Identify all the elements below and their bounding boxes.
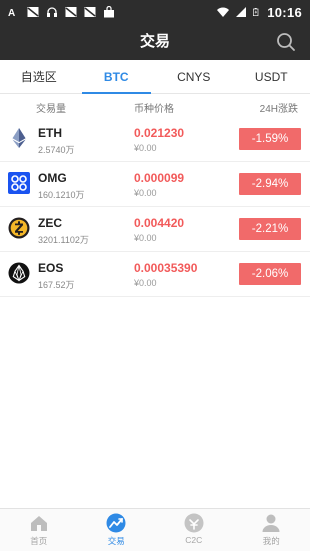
tab-favorites[interactable]: 自选区 <box>0 60 78 93</box>
zcash-icon <box>8 217 30 239</box>
coin-name: ETH <box>38 126 62 140</box>
nav-home[interactable]: 首页 <box>0 509 78 551</box>
nav-c2c[interactable]: C2C <box>155 509 233 551</box>
font-a-icon: A <box>8 8 15 18</box>
notification-icons: A <box>8 6 115 18</box>
eos-icon <box>8 262 30 284</box>
coin-cny-price: ¥0.00 <box>134 143 157 153</box>
coin-list: ETH 2.5740万 0.021230 ¥0.00 -1.59% OMG 16… <box>0 117 310 297</box>
coin-cny-price: ¥0.00 <box>134 233 157 243</box>
battery-icon <box>253 8 259 16</box>
coin-name: OMG <box>38 171 67 185</box>
change-badge: -2.06% <box>239 263 301 285</box>
nav-trade[interactable]: 交易 <box>78 509 156 551</box>
list-item[interactable]: EOS 167.52万 0.00035390 ¥0.00 -2.06% <box>0 252 310 297</box>
nav-trade-label: 交易 <box>107 536 125 546</box>
tab-btc[interactable]: BTC <box>78 60 156 94</box>
coin-volume: 160.1210万 <box>38 190 85 200</box>
coin-cny-price: ¥0.00 <box>134 188 157 198</box>
nav-home-label: 首页 <box>30 536 48 546</box>
coin-price: 0.021230 <box>134 126 185 140</box>
coin-price: 0.004420 <box>134 216 185 230</box>
status-bar: A 10:16 <box>0 0 310 24</box>
list-item[interactable]: ETH 2.5740万 0.021230 ¥0.00 -1.59% <box>0 117 310 162</box>
coin-price: 0.000099 <box>134 171 185 185</box>
tab-cnys[interactable]: CNYS <box>155 60 233 93</box>
top-nav-bar: 交易 <box>0 24 310 60</box>
coin-price: 0.00035390 <box>134 261 198 275</box>
column-price[interactable]: 币种价格 <box>134 100 174 115</box>
coin-volume: 3201.1102万 <box>38 235 89 245</box>
nav-profile[interactable]: 我的 <box>233 509 311 551</box>
trade-icon <box>106 513 126 533</box>
mail-icon <box>65 7 77 17</box>
bottom-nav: 首页 交易 C2C 我的 <box>0 508 310 551</box>
column-change[interactable]: 24H涨跌 <box>260 100 298 115</box>
c2c-icon <box>184 513 204 533</box>
page-title: 交易 <box>139 33 170 50</box>
system-icons: 10:16 <box>217 5 302 20</box>
list-item[interactable]: OMG 160.1210万 0.000099 ¥0.00 -2.94% <box>0 162 310 207</box>
clock-time: 10:16 <box>267 4 302 20</box>
list-column-header: 交易量 币种价格 24H涨跌 <box>0 95 310 117</box>
coin-name: EOS <box>38 261 64 275</box>
ethereum-icon <box>12 128 26 148</box>
search-icon[interactable] <box>276 32 296 52</box>
tab-usdt[interactable]: USDT <box>233 60 311 93</box>
signal-icon <box>236 7 247 17</box>
market-tabs: 自选区 BTC CNYS USDT <box>0 60 310 94</box>
shopping-bag-icon <box>104 6 114 18</box>
column-volume[interactable]: 交易量 <box>36 100 66 115</box>
profile-icon <box>262 514 280 532</box>
nav-c2c-label: C2C <box>185 535 203 545</box>
mail-icon <box>84 7 96 17</box>
coin-cny-price: ¥0.00 <box>134 278 157 288</box>
list-item[interactable]: ZEC 3201.1102万 0.004420 ¥0.00 -2.21% <box>0 207 310 252</box>
nav-profile-label: 我的 <box>262 536 280 546</box>
wifi-icon <box>217 7 230 17</box>
omisego-icon <box>8 172 30 194</box>
coin-volume: 167.52万 <box>38 280 75 290</box>
change-badge: -1.59% <box>239 128 301 150</box>
coin-volume: 2.5740万 <box>38 145 75 155</box>
mail-icon <box>27 7 39 17</box>
coin-name: ZEC <box>38 216 62 230</box>
change-badge: -2.21% <box>239 218 301 240</box>
home-icon <box>30 516 47 531</box>
change-badge: -2.94% <box>239 173 301 195</box>
svg-text:A: A <box>8 8 15 18</box>
headset-icon <box>47 7 57 17</box>
